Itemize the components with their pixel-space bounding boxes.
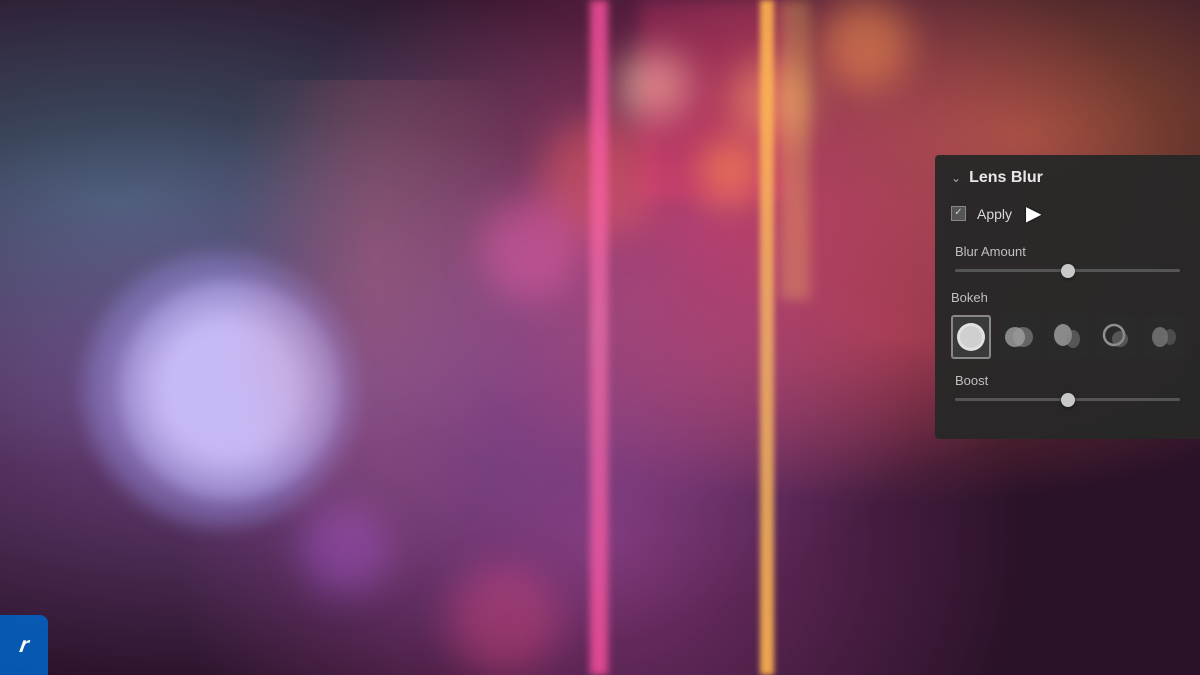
bokeh-circle-icon	[953, 319, 989, 355]
panel-title: Lens Blur	[969, 169, 1043, 187]
bokeh-cat-eye-icon	[1050, 319, 1086, 355]
apply-checkbox[interactable]: ✓	[951, 206, 967, 222]
boost-section: Boost	[951, 373, 1184, 401]
cursor-icon: ▶	[1026, 201, 1041, 226]
blur-amount-track[interactable]	[955, 269, 1180, 272]
apply-label: Apply	[977, 206, 1012, 222]
lens-blur-panel: ⌄ Lens Blur ✓ Apply ▶ Blur Amount Bokeh	[935, 155, 1200, 439]
bokeh-swirl-option[interactable]	[1096, 315, 1136, 359]
bokeh-bubble-option[interactable]	[999, 315, 1039, 359]
app-watermark: r	[0, 615, 48, 675]
bokeh-bubble-icon	[1001, 319, 1037, 355]
blur-amount-label: Blur Amount	[955, 244, 1180, 259]
boost-label: Boost	[955, 373, 1180, 388]
watermark-text: r	[17, 632, 30, 658]
bokeh-cat-eye-option[interactable]	[1047, 315, 1087, 359]
bokeh-label: Bokeh	[951, 290, 1184, 305]
bokeh-circle-option[interactable]	[951, 315, 991, 359]
bokeh-section: Bokeh	[951, 290, 1184, 359]
bokeh-swirl-icon	[1098, 319, 1134, 355]
bokeh-blade-option[interactable]	[1144, 315, 1184, 359]
apply-row: ✓ Apply ▶	[951, 201, 1184, 226]
blur-amount-thumb[interactable]	[1061, 264, 1075, 278]
bokeh-options-group	[951, 315, 1184, 359]
checkmark-icon: ✓	[954, 208, 962, 218]
blur-amount-section: Blur Amount	[951, 244, 1184, 272]
boost-track[interactable]	[955, 398, 1180, 401]
panel-header: ⌄ Lens Blur	[951, 169, 1184, 187]
bokeh-blade-icon	[1146, 319, 1182, 355]
boost-thumb[interactable]	[1061, 393, 1075, 407]
collapse-icon[interactable]: ⌄	[951, 171, 961, 185]
